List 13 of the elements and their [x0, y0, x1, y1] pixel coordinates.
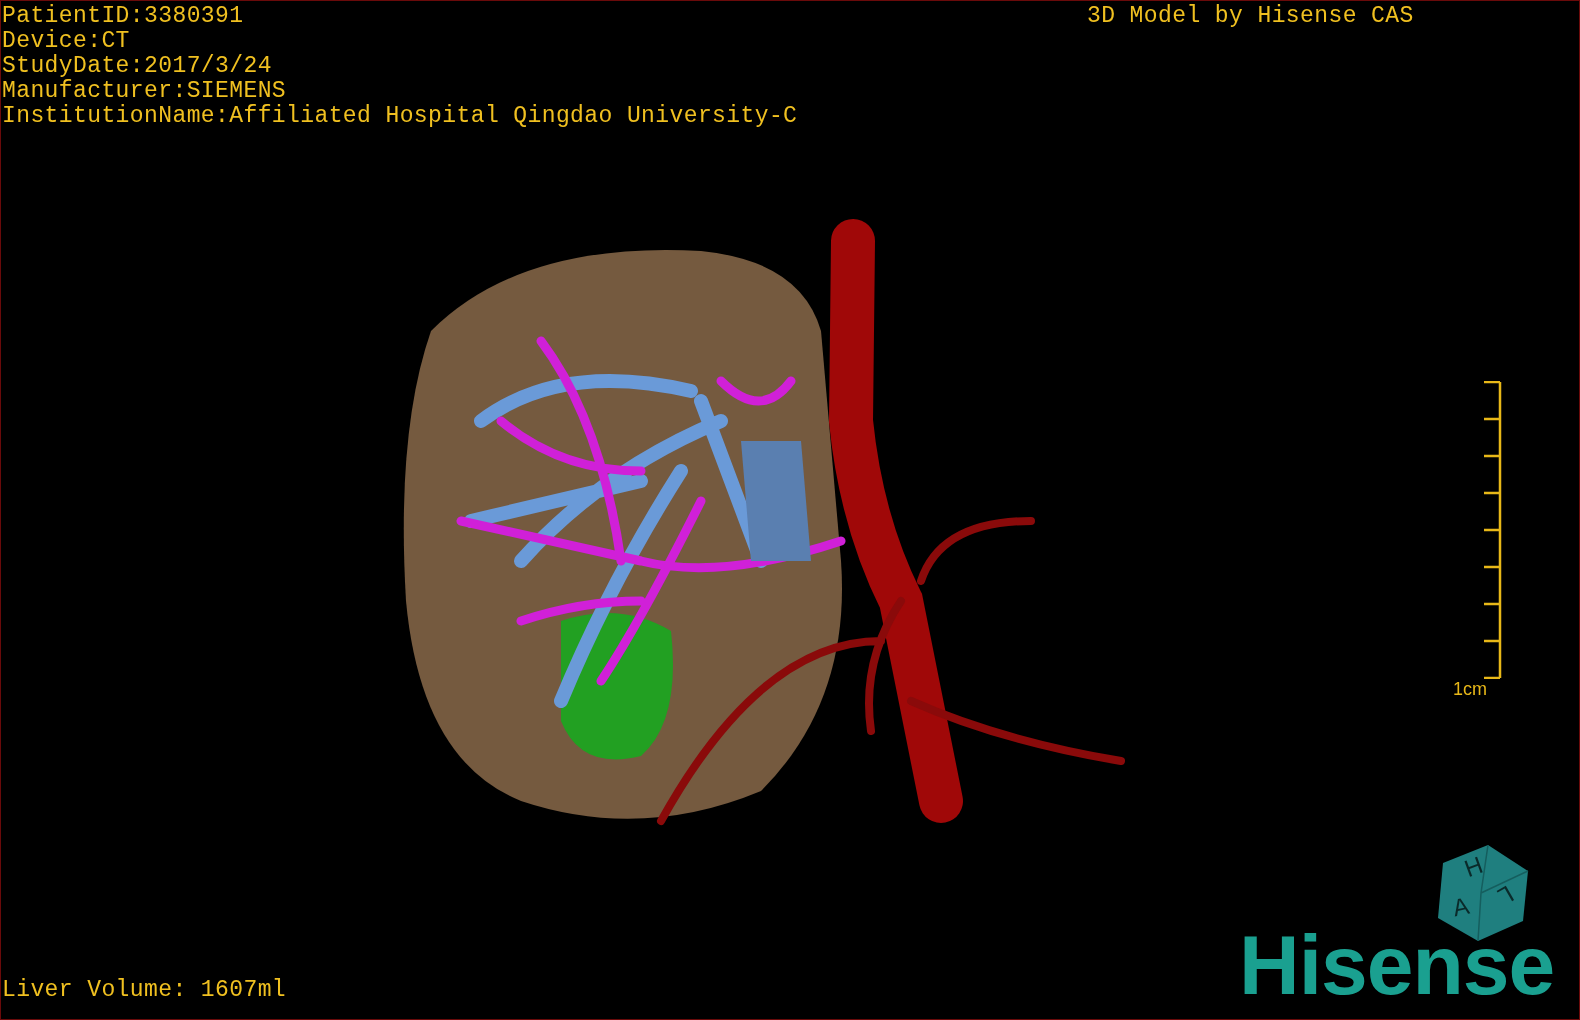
logo: Hisense	[1239, 923, 1555, 1007]
info-text: Manufacturer:SIEMENS	[2, 79, 288, 104]
scale-label: 1cm	[1453, 679, 1487, 699]
scale-bar-icon	[1482, 381, 1502, 679]
cube-letter: H	[1461, 852, 1486, 882]
info-text: StudyDate:2017/3/24	[2, 54, 273, 79]
model-credit: 3D Model by Hisense CAS	[1087, 4, 1414, 29]
info-text: PatientID:3380391	[2, 4, 245, 29]
info-text: InstitutionName:Affiliated Hospital Qingdao University-C	[2, 104, 798, 129]
info-text: Device:CT	[2, 29, 131, 54]
liver-volume: Liver Volume: 1607ml	[2, 978, 287, 1003]
cube-letter: L	[1493, 881, 1518, 909]
cube-letter: A	[1450, 893, 1472, 921]
